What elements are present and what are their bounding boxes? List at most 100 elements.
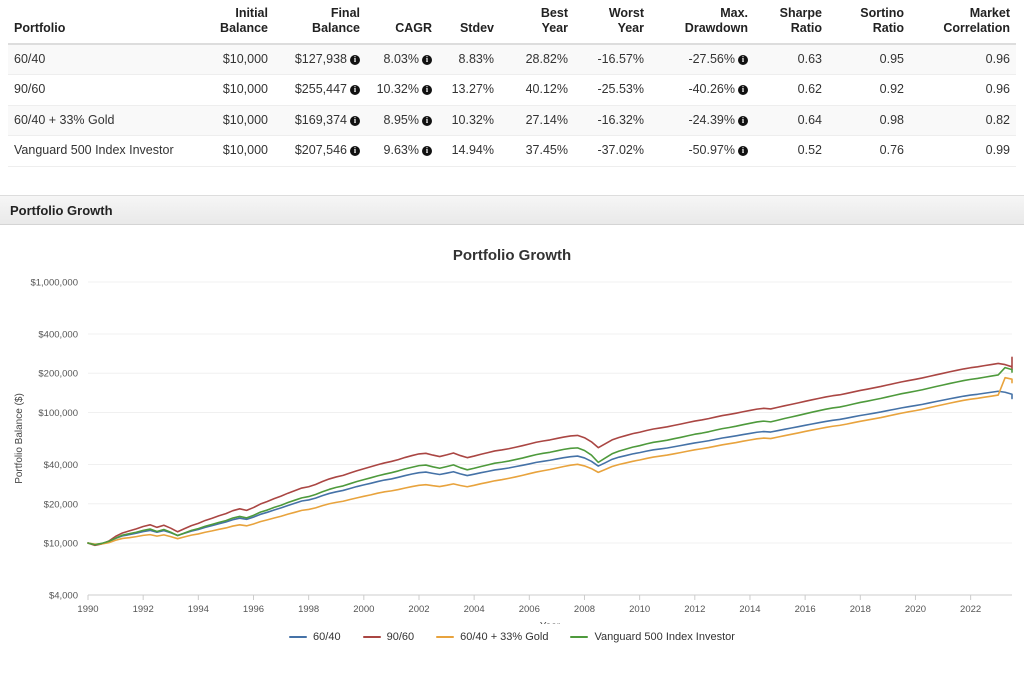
cell-stdev: 14.94% <box>438 136 500 167</box>
cell-final-balance: $127,938i <box>274 44 366 75</box>
cell-stdev: 8.83% <box>438 44 500 75</box>
cell-value: 0.76 <box>880 143 904 157</box>
legend-item[interactable]: Vanguard 500 Index Investor <box>570 631 734 643</box>
column-header-market-correlation[interactable]: Market Correlation <box>910 0 1016 44</box>
cell-value: Vanguard 500 Index Investor <box>14 143 174 157</box>
series-line-3[interactable] <box>88 368 1012 545</box>
cell-value: 0.92 <box>880 82 904 96</box>
cell-portfolio: Vanguard 500 Index Investor <box>8 136 190 167</box>
column-header-portfolio[interactable]: Portfolio <box>8 0 190 44</box>
info-icon[interactable]: i <box>350 85 360 95</box>
cell-value: 0.99 <box>986 143 1010 157</box>
legend-swatch <box>363 636 381 639</box>
info-icon[interactable]: i <box>422 116 432 126</box>
series-line-0[interactable] <box>88 391 1012 544</box>
column-header-cagr[interactable]: CAGR <box>366 0 438 44</box>
cell-initial-balance: $10,000 <box>190 75 274 106</box>
legend-label: 60/40 + 33% Gold <box>460 631 548 643</box>
x-tick-label: 2004 <box>464 604 485 615</box>
cell-initial-balance: $10,000 <box>190 136 274 167</box>
cell-sortino-ratio: 0.98 <box>828 105 910 136</box>
cell-max-drawdown: -50.97%i <box>650 136 754 167</box>
x-tick-label: 2018 <box>850 604 871 615</box>
x-tick-label: 2002 <box>408 604 429 615</box>
cell-cagr: 8.95%i <box>366 105 438 136</box>
portfolio-growth-line-chart[interactable]: $4,000$10,000$20,000$40,000$100,000$200,… <box>0 264 1024 624</box>
legend-item[interactable]: 60/40 <box>289 631 341 643</box>
info-icon[interactable]: i <box>738 116 748 126</box>
x-tick-label: 2012 <box>684 604 705 615</box>
column-header-best-year[interactable]: Best Year <box>500 0 574 44</box>
cell-sharpe-ratio: 0.63 <box>754 44 828 75</box>
chart-legend: 60/40 90/60 60/40 + 33% Gold Vanguard 500 I… <box>0 631 1024 643</box>
cell-value: $10,000 <box>223 143 268 157</box>
portfolio-metrics-table-container: Portfolio Initial Balance Final Balance … <box>0 0 1024 167</box>
info-icon[interactable]: i <box>422 85 432 95</box>
cell-sharpe-ratio: 0.64 <box>754 105 828 136</box>
cell-value: -16.57% <box>597 52 644 66</box>
legend-item[interactable]: 60/40 + 33% Gold <box>436 631 548 643</box>
x-tick-label: 1996 <box>243 604 264 615</box>
info-icon[interactable]: i <box>350 116 360 126</box>
series-line-1[interactable] <box>88 357 1012 545</box>
legend-item[interactable]: 90/60 <box>363 631 415 643</box>
column-header-stdev[interactable]: Stdev <box>438 0 500 44</box>
cell-value: 0.63 <box>798 52 822 66</box>
cell-value: $127,938 <box>295 52 347 66</box>
column-header-sortino-ratio[interactable]: Sortino Ratio <box>828 0 910 44</box>
info-icon[interactable]: i <box>422 146 432 156</box>
x-tick-label: 2014 <box>739 604 760 615</box>
table-header: Portfolio Initial Balance Final Balance … <box>8 0 1016 44</box>
cell-final-balance: $207,546i <box>274 136 366 167</box>
cell-best-year: 27.14% <box>500 105 574 136</box>
cell-sortino-ratio: 0.92 <box>828 75 910 106</box>
cell-stdev: 10.32% <box>438 105 500 136</box>
table-row: 90/60$10,000$255,447i10.32%i13.27%40.12%… <box>8 75 1016 106</box>
panel-body: Portfolio Growth $4,000$10,000$20,000$40… <box>0 225 1024 643</box>
table-row: 60/40 + 33% Gold$10,000$169,374i8.95%i10… <box>8 105 1016 136</box>
column-header-worst-year[interactable]: Worst Year <box>574 0 650 44</box>
info-icon[interactable]: i <box>738 55 748 65</box>
cell-value: 10.32% <box>452 113 494 127</box>
info-icon[interactable]: i <box>738 85 748 95</box>
table-row: 60/40$10,000$127,938i8.03%i8.83%28.82%-1… <box>8 44 1016 75</box>
cell-value: -40.26% <box>688 82 735 96</box>
cell-cagr: 10.32%i <box>366 75 438 106</box>
cell-value: 8.03% <box>384 52 419 66</box>
cell-value: 90/60 <box>14 82 45 96</box>
table-row: Vanguard 500 Index Investor $10,000 $207,5… <box>8 136 1016 167</box>
cell-value: 0.52 <box>798 143 822 157</box>
x-tick-label: 2020 <box>905 604 926 615</box>
chart-title: Portfolio Growth <box>0 247 1024 264</box>
cell-best-year: 28.82% <box>500 44 574 75</box>
y-tick-label: $20,000 <box>44 499 78 510</box>
column-header-sharpe-ratio[interactable]: Sharpe Ratio <box>754 0 828 44</box>
legend-label: 60/40 <box>313 631 341 643</box>
portfolio-metrics-table: Portfolio Initial Balance Final Balance … <box>8 0 1016 167</box>
cell-value: 0.64 <box>798 113 822 127</box>
panel-header: Portfolio Growth <box>0 195 1024 225</box>
chart-area: $4,000$10,000$20,000$40,000$100,000$200,… <box>0 264 1024 629</box>
column-header-final-balance[interactable]: Final Balance <box>274 0 366 44</box>
cell-worst-year: -25.53% <box>574 75 650 106</box>
cell-value: 60/40 + 33% Gold <box>14 113 114 127</box>
info-icon[interactable]: i <box>738 146 748 156</box>
y-tick-label: $40,000 <box>44 460 78 471</box>
cell-max-drawdown: -27.56%i <box>650 44 754 75</box>
legend-label: 90/60 <box>387 631 415 643</box>
cell-best-year: 40.12% <box>500 75 574 106</box>
cell-value: 60/40 <box>14 52 45 66</box>
cell-market-correlation: 0.96 <box>910 75 1016 106</box>
info-icon[interactable]: i <box>422 55 432 65</box>
cell-final-balance: $169,374i <box>274 105 366 136</box>
column-header-initial-balance[interactable]: Initial Balance <box>190 0 274 44</box>
cell-value: -37.02% <box>597 143 644 157</box>
info-icon[interactable]: i <box>350 146 360 156</box>
x-tick-label: 2010 <box>629 604 650 615</box>
y-tick-label: $1,000,000 <box>30 278 78 289</box>
info-icon[interactable]: i <box>350 55 360 65</box>
cell-value: 27.14% <box>526 113 568 127</box>
column-header-max-drawdown[interactable]: Max. Drawdown <box>650 0 754 44</box>
cell-value: 14.94% <box>452 143 494 157</box>
x-tick-label: 1994 <box>188 604 209 615</box>
